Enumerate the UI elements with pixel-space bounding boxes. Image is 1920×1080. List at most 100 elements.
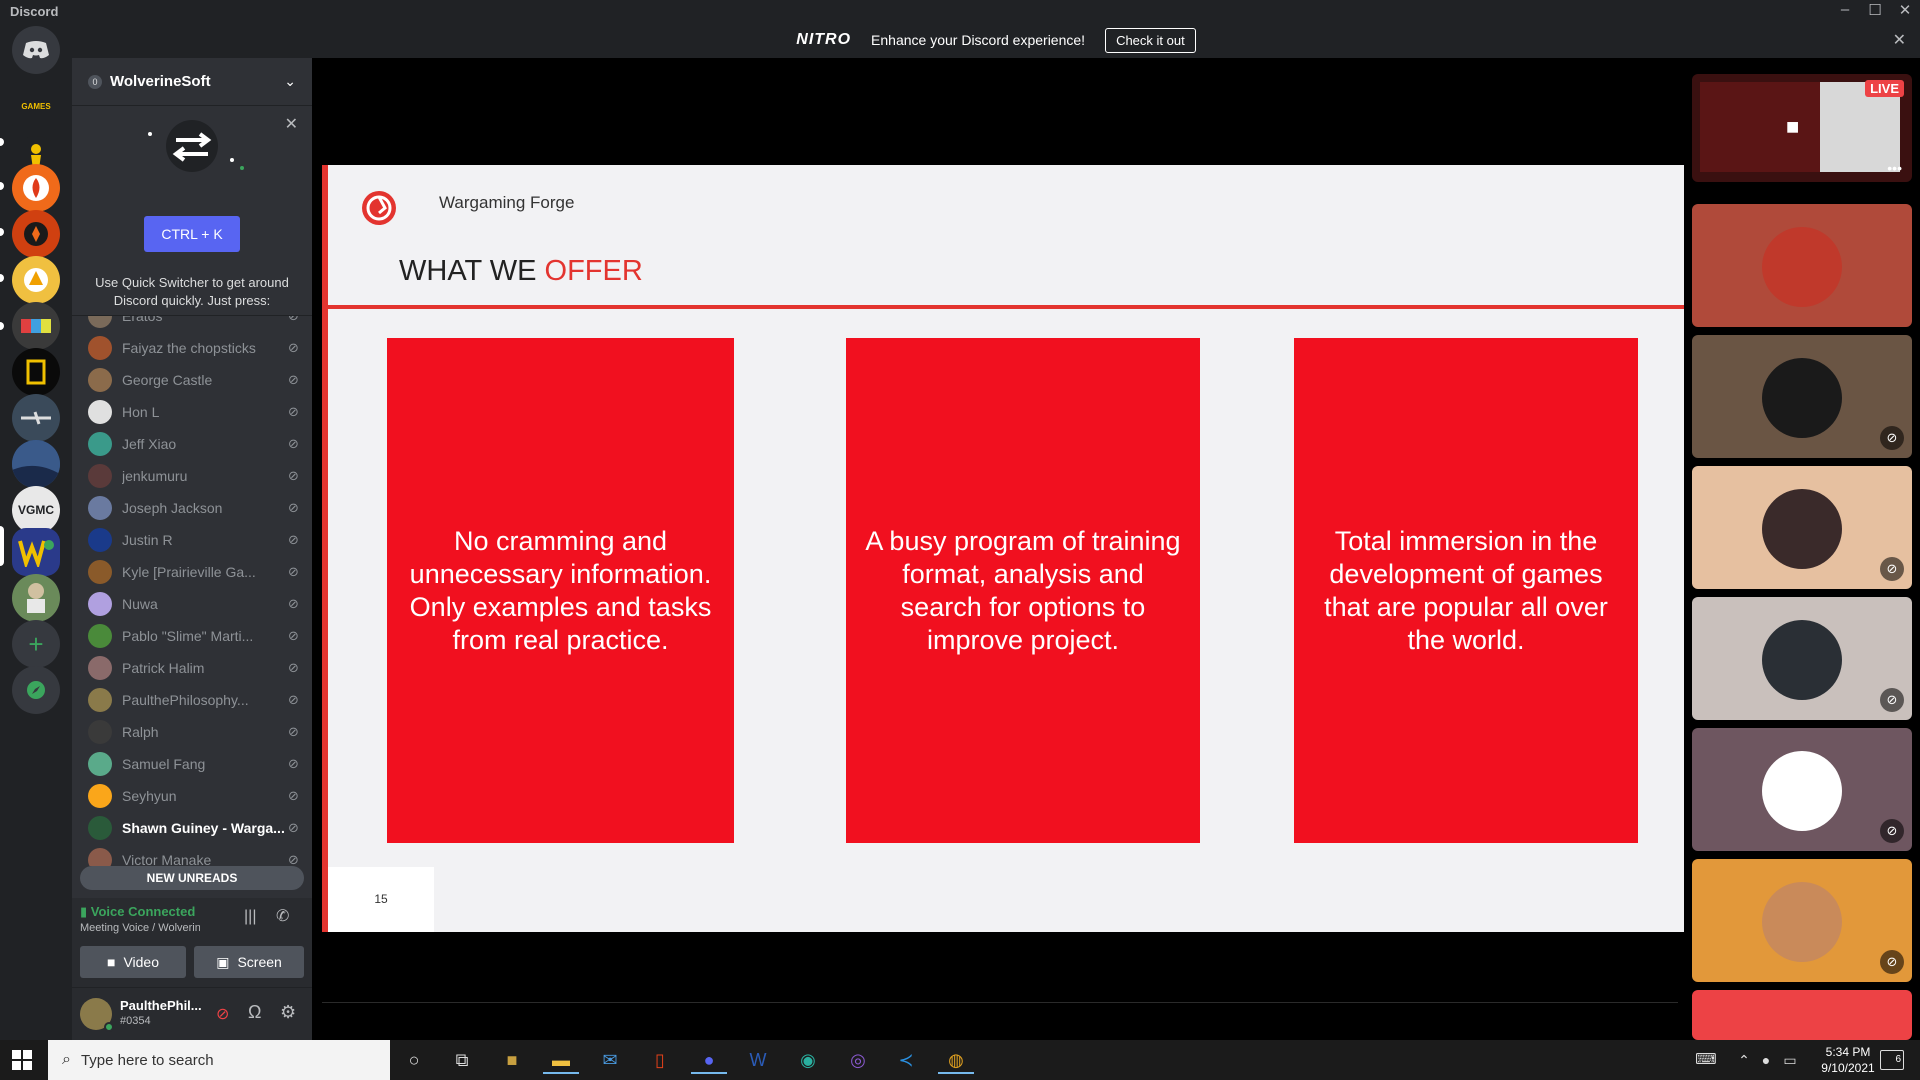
voice-member[interactable]: Pablo "Slime" Marti... ⊘ [80,620,304,652]
github-icon[interactable]: ◎ [840,1046,876,1074]
voice-member[interactable]: Joseph Jackson ⊘ [80,492,304,524]
search-icon: ⌕ [62,1051,71,1068]
task-view-icon[interactable]: ⧉ [444,1046,480,1074]
battery-icon[interactable]: ▭ [1772,1046,1808,1074]
minimize-icon[interactable]: – [1830,1,1860,18]
voice-member[interactable]: Justin R ⊘ [80,524,304,556]
participant-avatar [1762,227,1842,307]
voice-member[interactable]: jenkumuru ⊘ [80,460,304,492]
more-options-icon[interactable]: ••• [1887,160,1902,176]
server-icon-flame[interactable] [12,164,60,212]
voice-member[interactable]: George Castle ⊘ [80,364,304,396]
app-title: Discord [10,4,59,19]
check-it-out-button[interactable]: Check it out [1105,27,1196,53]
explore-servers-icon[interactable] [12,666,60,714]
screen-share-button[interactable]: ▣ Screen [194,946,304,978]
offer-card: A busy program of training format, analy… [846,338,1200,843]
participant-tile[interactable] [1692,990,1912,1040]
gear-icon[interactable]: ⚙ [280,1002,296,1023]
edge-icon[interactable]: ◉ [790,1046,826,1074]
discord-taskbar-icon[interactable]: ● [691,1046,727,1074]
server-icon-yellow[interactable] [12,256,60,304]
voice-channel-name[interactable]: Meeting Voice / Wolverine... [80,922,200,934]
cortana-icon[interactable]: ○ [396,1046,432,1074]
live-stream-tile[interactable]: LIVE ■ ••• [1692,74,1912,182]
voice-member[interactable]: Hon L ⊘ [80,396,304,428]
voice-member[interactable]: Patrick Halim ⊘ [80,652,304,684]
server-icon-sky[interactable] [12,440,60,488]
server-icon-book[interactable] [12,348,60,396]
member-name: Victor Manake [122,852,212,866]
server-icon-plane[interactable] [12,394,60,442]
disconnect-icon[interactable]: ✆ [276,906,289,926]
server-icon-vgmc[interactable]: VGMC [12,486,60,534]
mail-icon[interactable]: ✉ [592,1046,628,1074]
heading-rule [328,305,1684,309]
voice-member[interactable]: Shawn Guiney - Warga... ⊘ [80,812,304,844]
participant-avatar [1762,751,1842,831]
participant-tile[interactable]: ⊘ [1692,335,1912,458]
headphones-icon[interactable]: Ω [248,1002,261,1023]
participant-tile[interactable] [1692,204,1912,327]
muted-mic-icon: ⊘ [288,372,299,387]
participant-tile[interactable]: ⊘ [1692,728,1912,851]
avatar [88,752,112,776]
voice-member[interactable]: PaulthePhilosophy... ⊘ [80,684,304,716]
discord-home-icon[interactable] [12,26,60,74]
close-banner-icon[interactable]: ✕ [1893,30,1906,50]
server-icon-leaf[interactable] [12,210,60,258]
muted-mic-icon: ⊘ [1880,819,1904,843]
file-explorer-icon[interactable]: ▬ [543,1046,579,1074]
muted-mic-icon: ⊘ [1880,426,1904,450]
participant-tile[interactable]: ⊘ [1692,466,1912,589]
close-window-icon[interactable]: ✕ [1890,1,1920,19]
server-header[interactable]: 0 WolverineSoft ⌄ [72,58,312,106]
voice-member[interactable]: Ralph ⊘ [80,716,304,748]
mute-icon[interactable]: ⊘ [216,1004,229,1024]
voice-member[interactable]: Seyhyun ⊘ [80,780,304,812]
vscode-icon[interactable]: ≺ [888,1046,924,1074]
voice-member[interactable]: Nuwa ⊘ [80,588,304,620]
voice-member[interactable]: Faiyaz the chopsticks ⊘ [80,332,304,364]
muted-mic-icon: ⊘ [288,564,299,579]
maximize-icon[interactable]: ☐ [1860,1,1890,19]
avatar [88,496,112,520]
noise-suppression-icon[interactable]: ||| [244,908,256,926]
avatar [88,688,112,712]
server-icon-games[interactable]: GAMES [12,82,60,130]
muted-mic-icon: ⊘ [288,596,299,611]
participant-tile[interactable]: ⊘ [1692,597,1912,720]
nitro-banner: NITRO Enhance your Discord experience! C… [72,22,1920,58]
participant-avatar [1762,489,1842,569]
server-icon-soldier[interactable] [12,574,60,622]
voice-member[interactable]: Samuel Fang ⊘ [80,748,304,780]
store-icon[interactable]: ■ [494,1046,530,1074]
add-server-icon[interactable]: + [12,620,60,668]
chevron-down-icon[interactable]: ⌄ [284,73,296,90]
video-button[interactable]: ■ Video [80,946,186,978]
notification-center-icon[interactable]: 6 [1880,1050,1904,1070]
ctrl-k-button[interactable]: CTRL + K [144,216,240,252]
taskbar-search[interactable]: ⌕ Type here to search [48,1040,390,1080]
search-input[interactable]: Type here to search [81,1052,214,1069]
close-tip-icon[interactable]: ✕ [285,114,298,134]
muted-mic-icon: ⊘ [288,340,299,355]
keyboard-icon[interactable]: ⌨ [1688,1046,1724,1074]
voice-member[interactable]: Victor Manake ⊘ [80,844,304,866]
voice-member[interactable]: Kyle [Prairieville Ga... ⊘ [80,556,304,588]
voice-member[interactable]: Jeff Xiao ⊘ [80,428,304,460]
server-icon-pixel[interactable] [12,302,60,350]
muted-mic-icon: ⊘ [288,820,299,835]
avatar [88,592,112,616]
office-icon[interactable]: ▯ [642,1046,678,1074]
new-unreads-button[interactable]: NEW UNREADS [80,866,304,890]
word-icon[interactable]: W [740,1046,776,1074]
server-icon-wolverinesoft[interactable] [12,528,60,576]
voice-member[interactable]: Eratos ⊘ [80,316,304,332]
participant-tile[interactable]: ⊘ [1692,859,1912,982]
chrome-icon[interactable]: ◍ [938,1046,974,1074]
windows-start-icon[interactable] [12,1050,32,1070]
taskbar-clock[interactable]: 5:34 PM 9/10/2021 [1808,1044,1888,1076]
avatar [88,624,112,648]
server-rail: GAMES VGMC + [0,22,72,1040]
